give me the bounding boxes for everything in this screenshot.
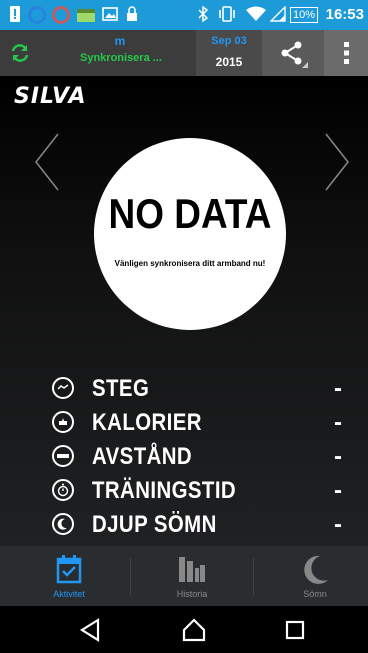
stat-label: TRÄNINGSTID xyxy=(92,477,237,504)
share-icon xyxy=(280,40,308,73)
steps-icon xyxy=(52,377,74,399)
lock-icon xyxy=(126,6,138,24)
stopwatch-icon xyxy=(52,479,74,501)
home-button[interactable] xyxy=(180,616,210,644)
next-day-button[interactable] xyxy=(322,132,352,192)
date-year: 2015 xyxy=(215,55,243,69)
home-icon xyxy=(182,618,206,642)
stat-row-training-time: TRÄNINGSTID - xyxy=(52,476,342,506)
vibrate-icon xyxy=(218,6,236,24)
refresh-icon xyxy=(10,43,30,68)
moon-icon xyxy=(300,554,330,591)
back-button[interactable] xyxy=(78,616,108,644)
activity-panel: SILVA NO DATA Vänligen synkronisera ditt… xyxy=(0,76,368,546)
sync-label: Synkronisera ... xyxy=(80,52,162,64)
stat-value: - xyxy=(334,511,342,538)
summary-circle: NO DATA Vänligen synkronisera ditt armba… xyxy=(94,138,286,330)
date-selector[interactable]: Sep 03 2015 xyxy=(196,30,262,76)
sync-button[interactable]: m Synkronisera ... xyxy=(0,30,196,76)
tab-history[interactable]: Historia xyxy=(131,546,253,606)
sync-top-text: m xyxy=(114,34,126,48)
more-vertical-icon xyxy=(344,42,349,69)
share-button[interactable] xyxy=(262,30,324,76)
calendar-icon xyxy=(56,554,82,589)
stat-value: - xyxy=(334,443,342,470)
battery-indicator: 10% xyxy=(289,7,318,23)
clock: 16:53 xyxy=(325,6,364,23)
tab-sleep[interactable]: Sömn xyxy=(254,546,368,606)
distance-icon xyxy=(52,445,74,467)
calories-icon xyxy=(52,411,74,433)
stat-label: DJUP SÖMN xyxy=(92,511,217,538)
app-icon xyxy=(76,6,96,24)
no-data-headline: NO DATA xyxy=(108,190,272,237)
signal-icon xyxy=(269,5,286,24)
recents-button[interactable] xyxy=(282,616,312,644)
circle-s-icon xyxy=(52,6,70,24)
overflow-menu-button[interactable] xyxy=(324,30,368,76)
tab-label: Sömn xyxy=(303,589,327,599)
status-bar: 10% 16:53 xyxy=(0,0,368,30)
wifi-icon xyxy=(246,6,266,24)
action-bar: m Synkronisera ... Sep 03 2015 xyxy=(0,30,368,76)
sync-message: Vänligen synkronisera ditt armband nu! xyxy=(114,259,266,268)
tab-label: Aktivitet xyxy=(53,589,85,599)
recents-icon xyxy=(285,620,305,640)
chevron-right-icon xyxy=(325,133,349,191)
brand-logo: SILVA xyxy=(14,84,87,109)
back-icon xyxy=(79,618,100,642)
stat-label: STEG xyxy=(92,375,150,402)
image-icon xyxy=(102,6,118,24)
stat-row-deep-sleep: DJUP SÖMN - xyxy=(52,510,342,540)
bar-chart-icon xyxy=(178,556,206,587)
stat-label: KALORIER xyxy=(92,409,202,436)
bluetooth-icon xyxy=(196,5,210,24)
system-navigation-bar xyxy=(0,606,368,653)
stat-value: - xyxy=(334,375,342,402)
stat-value: - xyxy=(334,477,342,504)
previous-day-button[interactable] xyxy=(32,132,62,192)
tab-activity[interactable]: Aktivitet xyxy=(8,546,130,606)
bottom-tab-bar: Aktivitet Historia Sömn xyxy=(0,546,368,606)
stat-value: - xyxy=(334,409,342,436)
stat-label: AVSTÅND xyxy=(92,443,193,470)
chevron-left-icon xyxy=(35,133,59,191)
stat-row-distance: AVSTÅND - xyxy=(52,442,342,472)
date-day: Sep 03 xyxy=(211,35,247,47)
circle-s-icon xyxy=(28,6,46,24)
tab-label: Historia xyxy=(176,589,208,599)
moon-icon xyxy=(52,513,74,535)
stat-row-steps: STEG - xyxy=(52,374,342,404)
alert-icon xyxy=(8,6,22,24)
stat-row-calories: KALORIER - xyxy=(52,408,342,438)
